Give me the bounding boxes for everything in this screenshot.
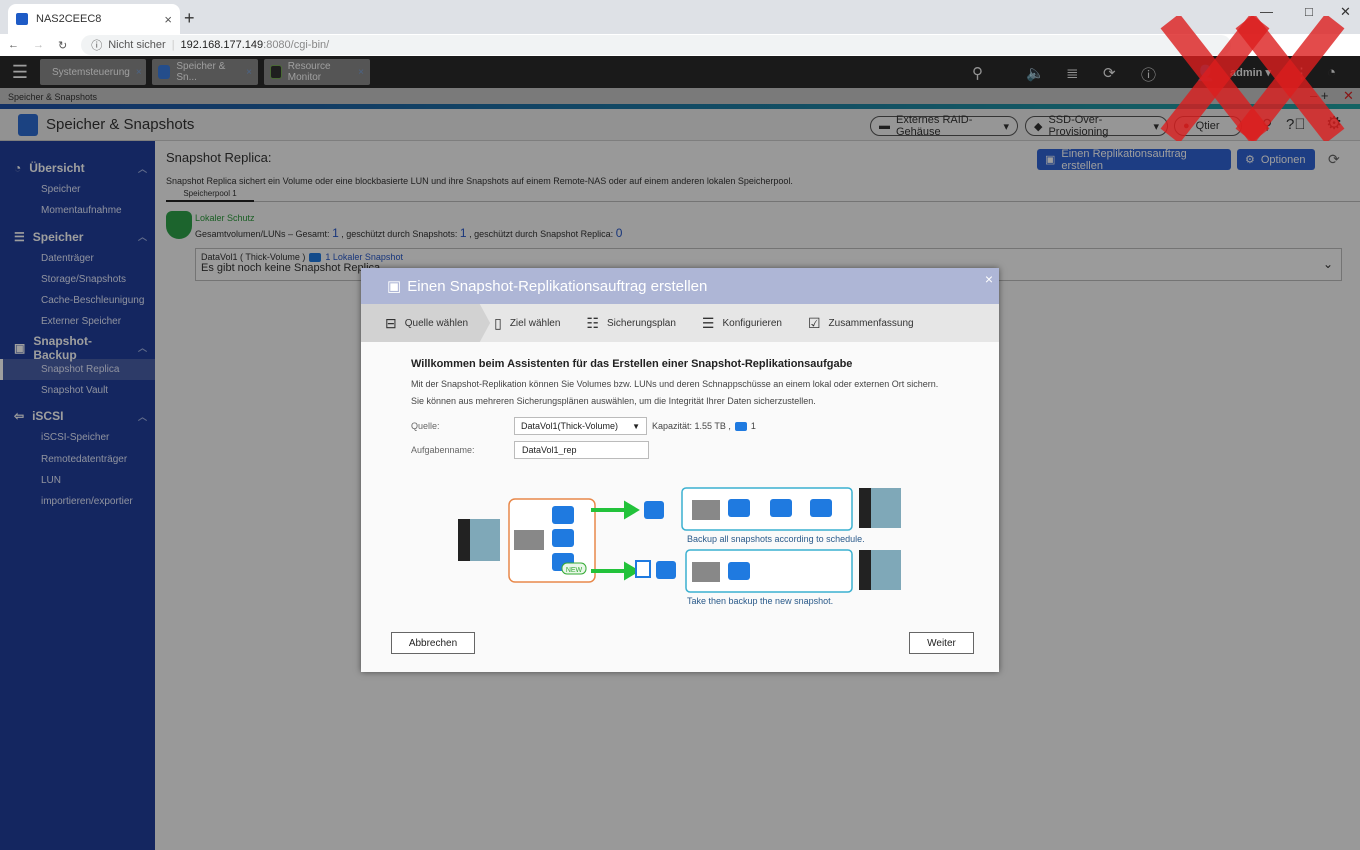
security-label: Nicht sicher — [108, 39, 166, 51]
step-label: Sicherungsplan — [606, 317, 676, 329]
source-select[interactable]: DataVol1(Thick-Volume) ▼ — [514, 417, 647, 435]
step-label: Konfigurieren — [722, 317, 782, 329]
calendar-icon — [635, 560, 651, 578]
snapshot-icons — [552, 506, 574, 571]
close-tab-icon[interactable]: × — [164, 12, 172, 27]
wizard-steps: ⊟ Quelle wählen ▯ Ziel wählen ☷ Sicherungsp… — [361, 304, 999, 342]
step-zusammenfassung: ☑ Zusammenfassung — [796, 304, 928, 342]
step-label: Ziel wählen — [509, 317, 561, 329]
snapshot-icon — [734, 421, 747, 431]
caption-schedule: Backup all snapshots according to schedu… — [687, 534, 865, 544]
cancel-button[interactable]: Abbrechen — [391, 632, 475, 654]
target-nas-icon — [859, 488, 901, 590]
step-label: Zusammenfassung — [828, 317, 914, 329]
new-badge: NEW — [566, 567, 583, 574]
source-label: Quelle: — [411, 421, 440, 431]
address-bar-row: ← → ↻ ⓘ Nicht sicher | 192.168.177.149:8080/c… — [0, 34, 1360, 56]
source-value: DataVol1(Thick-Volume) — [521, 421, 619, 431]
schedule-list-icon: ☷ — [586, 314, 599, 331]
watermark-logo — [1160, 16, 1345, 141]
step-quelle: ⊟ Quelle wählen — [361, 304, 491, 342]
task-name-input[interactable] — [514, 441, 649, 459]
browser-tab-strip — [0, 0, 1360, 34]
step-sicherungsplan: ☷ Sicherungsplan — [574, 304, 690, 342]
next-button[interactable]: Weiter — [909, 632, 974, 654]
replication-diagram: NEW Backup all snapshots according to sc… — [458, 487, 901, 606]
source-nas-icon — [458, 519, 500, 561]
list-icon: ☰ — [701, 314, 715, 331]
step-ziel: ▯ Ziel wählen — [490, 304, 574, 342]
tab-title: NAS2CEEC8 — [36, 13, 102, 25]
caret-icon: ▼ — [632, 421, 640, 431]
wizard-description: Mit der Snapshot-Replikation können Sie … — [411, 379, 939, 406]
arrow-top — [591, 500, 640, 520]
task-name-label: Aufgabenname: — [411, 445, 475, 455]
caption-new-snapshot: Take then backup the new snapshot. — [687, 596, 833, 606]
step-konfigurieren: ☰ Konfigurieren — [690, 304, 796, 342]
snapshot-count: 1 — [750, 421, 756, 431]
dialog-title: Einen Snapshot-Replikationsauftrag erste… — [407, 277, 708, 295]
url-path: :8080/cgi-bin/ — [263, 39, 330, 51]
reload-icon[interactable]: ↻ — [58, 39, 67, 52]
qnap-favicon — [16, 13, 28, 25]
arrow-bottom — [591, 561, 640, 581]
info-icon: ⓘ — [91, 40, 103, 52]
replica-icon: ▣ — [387, 278, 402, 295]
clipboard-icon: ☑ — [807, 314, 821, 331]
browser-tab[interactable]: NAS2CEEC8 × — [8, 4, 180, 34]
drive-icon: ⊟ — [385, 314, 397, 331]
new-tab-button[interactable]: + — [184, 8, 195, 29]
wizard-heading: Willkommen beim Assistenten für das Erst… — [411, 358, 853, 370]
create-replication-dialog: ▣ Einen Snapshot-Replikationsauftrag erst… — [361, 268, 999, 672]
url-host: 192.168.177.149 — [180, 39, 264, 51]
capacity-text: Kapazität: 1.55 TB , — [652, 421, 731, 431]
close-icon[interactable]: × — [985, 271, 993, 287]
drive-icon — [514, 530, 544, 550]
url-field[interactable]: ⓘ Nicht sicher | 192.168.177.149:8080/cgi-b… — [81, 35, 1232, 55]
step-label: Quelle wählen — [404, 317, 469, 329]
cylinder-icon: ▯ — [494, 314, 502, 331]
dialog-header: ▣ Einen Snapshot-Replikationsauftrag erst… — [361, 268, 999, 304]
forward-icon[interactable]: → — [33, 39, 44, 51]
back-icon[interactable]: ← — [8, 39, 19, 51]
